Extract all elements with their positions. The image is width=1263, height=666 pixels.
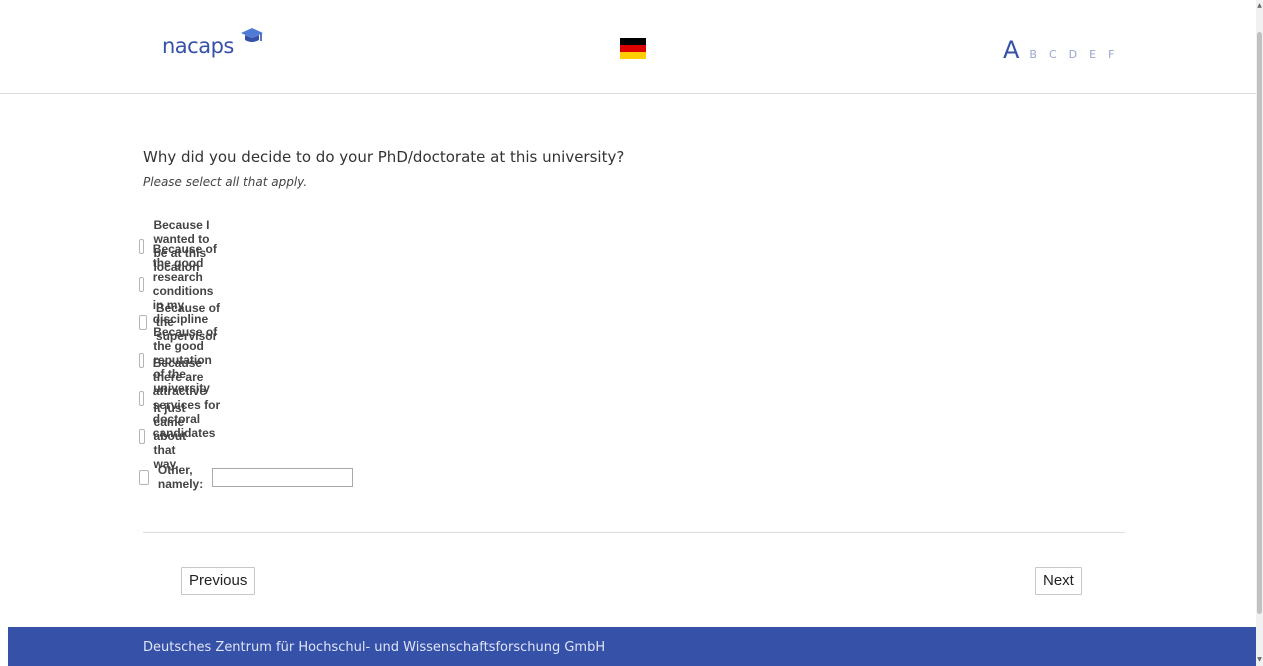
progress-step: B xyxy=(1029,48,1037,61)
progress-step: D xyxy=(1068,48,1078,61)
option-label: Other, namely: xyxy=(157,463,204,491)
footer: Deutsches Zentrum für Hochschul- und Wis… xyxy=(8,627,1256,666)
logo-text: nacaps xyxy=(162,34,234,58)
graduation-cap-icon xyxy=(241,28,263,42)
checkbox[interactable] xyxy=(139,469,149,485)
checkbox[interactable] xyxy=(139,276,144,292)
option-label: It just came about that way. xyxy=(153,401,187,471)
checkbox[interactable] xyxy=(139,428,145,444)
checkbox[interactable] xyxy=(139,352,145,368)
previous-button[interactable]: Previous xyxy=(181,567,256,595)
option-research-conditions[interactable]: Because of the good research conditions … xyxy=(139,242,224,326)
checkbox[interactable] xyxy=(139,314,147,330)
progress-indicator: A B C D E F xyxy=(1003,36,1126,64)
checkbox[interactable] xyxy=(139,390,144,406)
flag-germany-icon[interactable] xyxy=(620,38,646,59)
question-text: Why did you decide to do your PhD/doctor… xyxy=(143,148,625,166)
scroll-down-icon[interactable]: ▼ xyxy=(1256,656,1263,664)
other-text-input[interactable] xyxy=(212,467,354,487)
divider xyxy=(143,532,1125,533)
option-other[interactable]: Other, namely: xyxy=(139,463,354,491)
flag-stripe-gold xyxy=(620,52,646,59)
scrollbar-thumb[interactable] xyxy=(1257,32,1262,614)
progress-step: C xyxy=(1048,48,1057,61)
flag-stripe-black xyxy=(620,38,646,45)
vertical-scrollbar[interactable]: ▲ ▼ xyxy=(1256,0,1263,666)
question-hint: Please select all that apply. xyxy=(143,175,308,189)
option-came-about[interactable]: It just came about that way. xyxy=(139,401,196,471)
nacaps-logo: nacaps xyxy=(162,28,263,58)
progress-step: F xyxy=(1108,48,1115,61)
scroll-up-icon[interactable]: ▲ xyxy=(1256,2,1263,10)
survey-page: nacaps A B C D E F Why did you decide to… xyxy=(0,0,1256,666)
next-button[interactable]: Next xyxy=(1035,567,1082,595)
flag-stripe-red xyxy=(620,45,646,52)
checkbox[interactable] xyxy=(139,238,145,254)
footer-text: Deutsches Zentrum für Hochschul- und Wis… xyxy=(143,640,606,655)
progress-step: E xyxy=(1089,48,1097,61)
header: nacaps A B C D E F xyxy=(0,0,1256,94)
progress-step-active: A xyxy=(1003,36,1020,64)
